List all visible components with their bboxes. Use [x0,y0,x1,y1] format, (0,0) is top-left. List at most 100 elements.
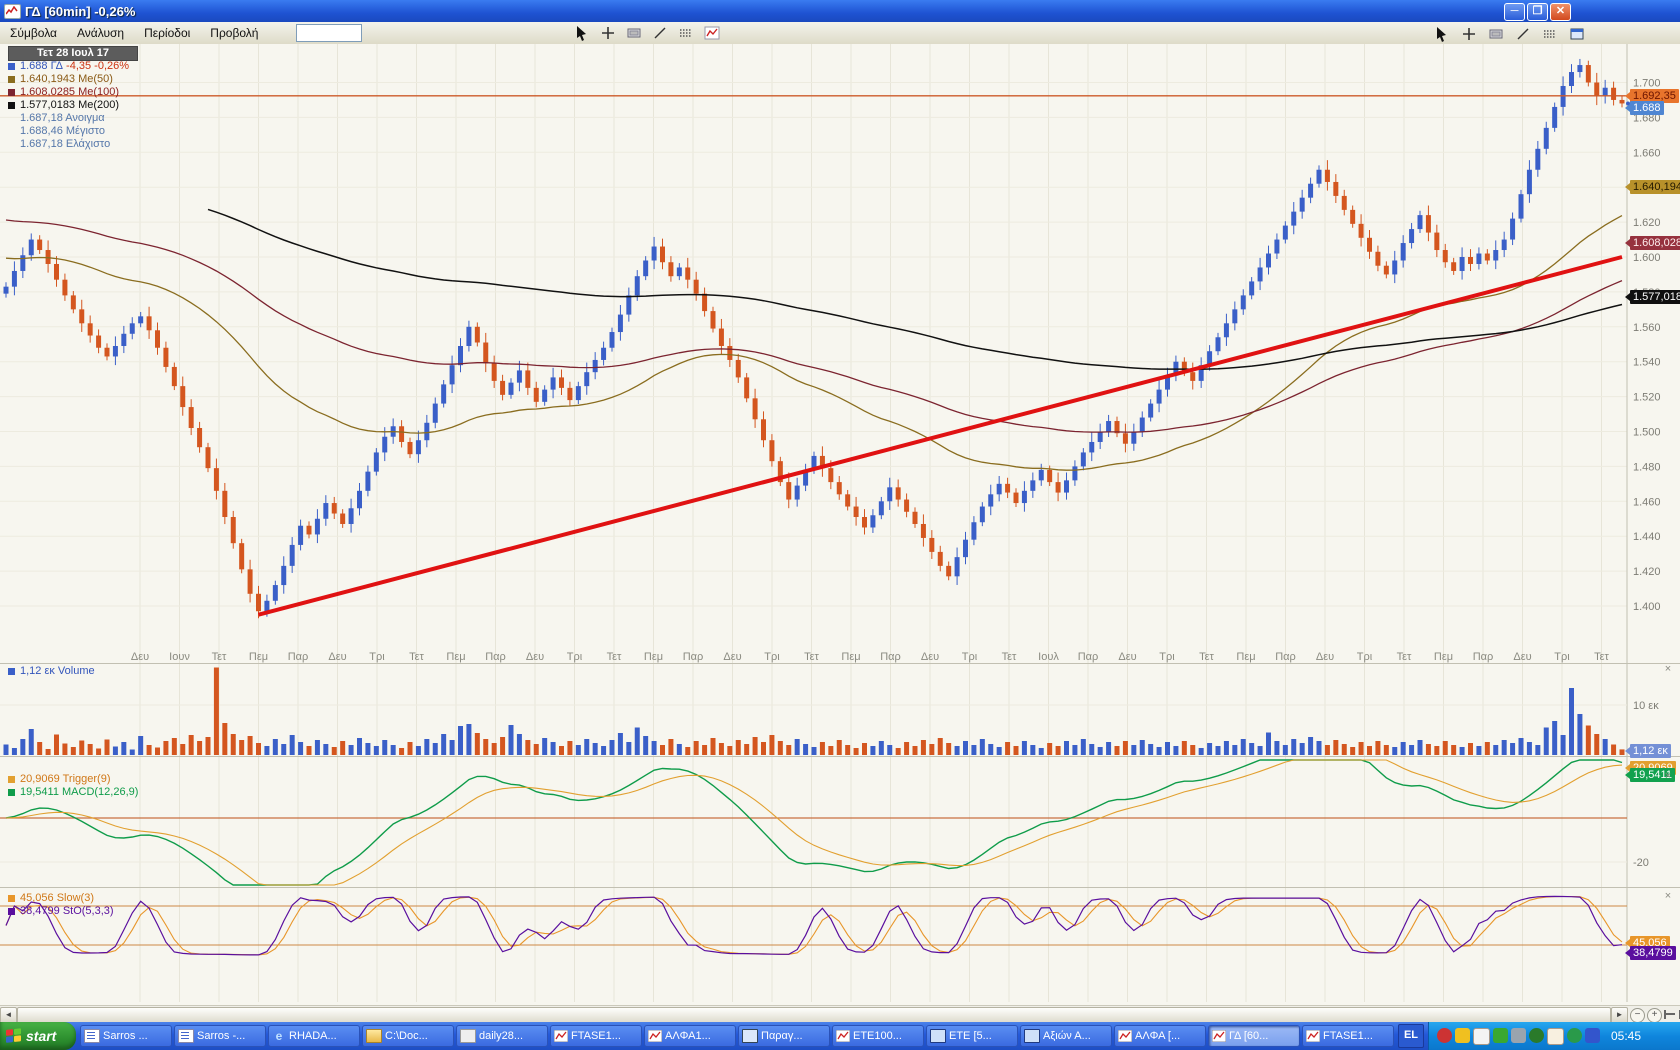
taskbar-task-11[interactable]: ΑΛΦΑ [... [1114,1025,1206,1047]
task-label: RHADA... [289,1030,337,1042]
horizontal-scrollbar[interactable]: ◄ ► − + [0,1005,1680,1023]
svg-text:1.700: 1.700 [1633,78,1661,90]
svg-text:1.440: 1.440 [1633,531,1661,543]
svg-text:1.500: 1.500 [1633,427,1661,439]
taskbar-task-9[interactable]: ΕΤΕ [5... [926,1025,1018,1047]
macd-pane-close-icon[interactable]: × [1662,771,1674,783]
taskbar-task-12[interactable]: ΓΔ [60... [1208,1025,1300,1047]
updater-icon[interactable] [1493,1028,1508,1043]
chart-canvas[interactable]: ΔευΙουνΤετΠεμΠαρΔευΤριΤετΠεμΠαρΔευΤριΤετ… [0,44,1680,1005]
zoom-in-icon[interactable]: + [1647,1008,1662,1023]
macd-line [6,760,1622,885]
legend-sto-swatch [8,908,15,915]
taskbar-task-5[interactable]: FTASE1... [550,1025,642,1047]
volume-pane-close-icon[interactable]: × [1662,664,1674,676]
ma100-value-badge: 1.608,028 [1630,236,1680,250]
ma200-value-badge: 1.577,018 [1630,290,1680,304]
line-tool-icon[interactable] [650,23,670,43]
legend-ma50-swatch [8,76,15,83]
taskbar-task-1[interactable]: Sarros -... [174,1025,266,1047]
legend-slow: 45,056 Slow(3) [20,892,94,905]
svg-text:10 εκ: 10 εκ [1633,700,1659,712]
audio-icon[interactable] [1511,1028,1526,1043]
taskbar-task-4[interactable]: daily28... [456,1025,548,1047]
taskbar: start Sarros ... Sarros -...eRHADA...C:\D… [0,1022,1680,1050]
volume-value-badge: 1,12 εκ [1630,744,1671,758]
mail-icon[interactable] [1547,1028,1564,1045]
taskbar-task-8[interactable]: ΕΤΕ100... [832,1025,924,1047]
svg-text:Τετ: Τετ [1199,651,1214,663]
menu-periods[interactable]: Περίοδοι [134,24,200,42]
taskbar-task-2[interactable]: eRHADA... [268,1025,360,1047]
svg-text:Δευ: Δευ [921,651,939,663]
svg-text:1.420: 1.420 [1633,566,1661,578]
taskbar-task-3[interactable]: C:\Doc... [362,1025,454,1047]
toolbar-left [572,23,722,43]
cursor-tool-icon[interactable] [572,23,592,43]
taskbar-task-0[interactable]: Sarros ... [80,1025,172,1047]
windows-logo-icon [6,1028,22,1044]
folder-icon [366,1029,382,1043]
svg-text:Παρ: Παρ [1473,651,1494,663]
legend-trigger-swatch [8,776,15,783]
toolbar-right [1432,24,1587,44]
restore-button[interactable]: ❐ [1527,3,1548,21]
globe-icon[interactable] [1567,1028,1582,1043]
minimize-button[interactable]: ─ [1504,3,1525,21]
cursor-tool-icon[interactable] [1432,24,1452,44]
taskbar-task-10[interactable]: Αξιών Α... [1020,1025,1112,1047]
svg-text:Ιουν: Ιουν [169,651,190,663]
task-label: Αξιών Α... [1043,1030,1091,1042]
grid-tool-icon[interactable] [676,23,696,43]
svg-text:Πεμ: Πεμ [1434,651,1453,663]
reset-zoom-icon[interactable] [1664,1010,1680,1019]
box-tool-icon[interactable] [1486,24,1506,44]
svg-text:Τρι: Τρι [1357,651,1373,663]
start-button[interactable]: start [0,1022,76,1050]
svg-text:Πεμ: Πεμ [841,651,860,663]
chart-icon [1118,1030,1132,1042]
macd-legend: 20,9069 Trigger(9) 19,5411 MACD(12,26,9) [8,773,138,799]
svg-text:Δευ: Δευ [1118,651,1136,663]
chat-bubble-icon[interactable] [1473,1028,1490,1045]
svg-text:Δευ: Δευ [723,651,741,663]
task-label: daily28... [479,1030,523,1042]
stoch-pane-close-icon[interactable]: × [1662,891,1674,903]
legend-price-value: 1.688 ΓΔ [20,60,63,73]
task-label: ΑΛΦΑ1... [665,1030,711,1042]
svg-text:Παρ: Παρ [1275,651,1296,663]
language-indicator[interactable]: EL [1398,1024,1424,1048]
task-label: Sarros ... [103,1030,148,1042]
grid-tool-icon[interactable] [1540,24,1560,44]
spybot-icon[interactable] [1529,1028,1544,1043]
taskbar-task-13[interactable]: FTASE1... [1302,1025,1394,1047]
crosshair-tool-icon[interactable] [598,23,618,43]
alert-shield-icon[interactable] [1455,1028,1470,1043]
close-button[interactable]: ✕ [1550,3,1571,21]
menu-view[interactable]: Προβολή [200,24,268,42]
svg-text:Παρ: Παρ [485,651,506,663]
svg-text:Παρ: Παρ [880,651,901,663]
trigger-line [6,760,1622,885]
svg-text:Τρι: Τρι [1554,651,1570,663]
svg-text:Τετ: Τετ [1397,651,1412,663]
window-tool-icon[interactable] [1567,24,1587,44]
line-tool-icon[interactable] [1513,24,1533,44]
menu-symbols[interactable]: Σύμβολα [0,24,67,42]
zoom-out-icon[interactable]: − [1630,1008,1645,1023]
symbol-input[interactable] [296,24,362,42]
antivirus-shield-icon[interactable] [1437,1028,1452,1043]
crosshair-tool-icon[interactable] [1459,24,1479,44]
candles [4,59,1625,618]
monitor-icon [1024,1029,1040,1043]
task-label: ΓΔ [60... [1229,1030,1268,1042]
taskbar-task-6[interactable]: ΑΛΦΑ1... [644,1025,736,1047]
legend-ma100-swatch [8,89,15,96]
box-tool-icon[interactable] [624,23,644,43]
menu-analysis[interactable]: Ανάλυση [67,24,134,42]
svg-text:1.460: 1.460 [1633,496,1661,508]
taskbar-task-7[interactable]: Παραγ... [738,1025,830,1047]
chart-tool-icon[interactable] [702,23,722,43]
network-icon[interactable] [1585,1028,1600,1043]
task-label: ΑΛΦΑ [... [1135,1030,1180,1042]
